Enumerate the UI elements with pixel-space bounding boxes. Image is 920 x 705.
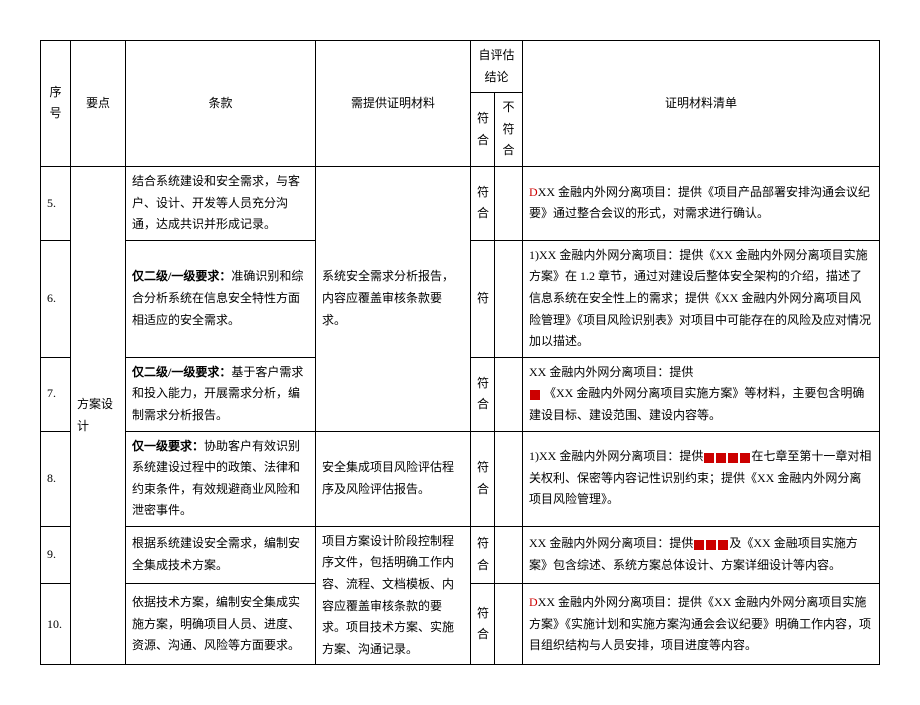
header-clause: 条款 (126, 41, 316, 167)
cell-nonconform (495, 166, 523, 240)
header-conform: 符合 (471, 93, 495, 167)
red-block-icon (718, 540, 728, 550)
red-block-icon (530, 390, 540, 400)
red-block-icon (704, 453, 714, 463)
cell-nonconform (495, 431, 523, 526)
cell-clause: 依据技术方案，编制安全集成实施方案，明确项目人员、进度、资源、沟通、风险等方面要… (126, 584, 316, 665)
red-block-icon (706, 540, 716, 550)
list-text-a: XX 金融内外网分离项目：提供 (529, 536, 693, 550)
header-row-1: 序号 要点 条款 需提供证明材料 自评估结论 证明材料清单 (41, 41, 880, 93)
cell-nonconform (495, 240, 523, 357)
cell-conform: 符合 (471, 526, 495, 583)
list-text: XX 金融内外网分离项目：提供《XX 金融内外网分离项目实施方案》《实施计划和实… (529, 595, 871, 652)
table-row: 8. 仅一级要求：协助客户有效识别系统建设过程中的政策、法律和约束条件，有效规避… (41, 431, 880, 526)
cell-list: 1)XX 金融内外网分离项目：提供《XX 金融内外网分离项目实施方案》在 1.2… (523, 240, 880, 357)
list-text-a: XX 金融内外网分离项目：提供 (529, 365, 693, 379)
red-block-icon (728, 453, 738, 463)
cell-list: DXX 金融内外网分离项目：提供《项目产品部署安排沟通会议纪要》通过整合会议的形… (523, 166, 880, 240)
cell-list: DXX 金融内外网分离项目：提供《XX 金融内外网分离项目实施方案》《实施计划和… (523, 584, 880, 665)
cell-conform: 符合 (471, 431, 495, 526)
header-assess-group: 自评估结论 (471, 41, 523, 93)
red-prefix: D (529, 595, 538, 609)
cell-evidence: 安全集成项目风险评估程序及风险评估报告。 (316, 431, 471, 526)
cell-clause: 仅一级要求：协助客户有效识别系统建设过程中的政策、法律和约束条件，有效规避商业风… (126, 431, 316, 526)
cell-num: 8. (41, 431, 71, 526)
cell-clause: 根据系统建设安全需求，编制安全集成技术方案。 (126, 526, 316, 583)
list-text: XX 金融内外网分离项目：提供《项目产品部署安排沟通会议纪要》通过整合会议的形式… (529, 185, 870, 221)
red-prefix: D (529, 185, 538, 199)
list-text-a: 1)XX 金融内外网分离项目：提供 (529, 449, 703, 463)
cell-clause: 仅二级/一级要求：基于客户需求和投入能力，开展需求分析，编制需求分析报告。 (126, 357, 316, 431)
clause-prefix: 仅一级要求： (132, 439, 204, 453)
header-point: 要点 (71, 41, 126, 167)
cell-list: XX 金融内外网分离项目：提供及《XX 金融项目实施方案》包含综述、系统方案总体… (523, 526, 880, 583)
header-nonconform: 不符合 (495, 93, 523, 167)
cell-evidence: 系统安全需求分析报告，内容应覆盖审核条款要求。 (316, 166, 471, 431)
table-row: 9. 根据系统建设安全需求，编制安全集成技术方案。 项目方案设计阶段控制程序文件… (41, 526, 880, 583)
cell-conform: 符合 (471, 584, 495, 665)
header-list: 证明材料清单 (523, 41, 880, 167)
cell-evidence: 项目方案设计阶段控制程序文件，包括明确工作内容、流程、文档模板、内容应覆盖审核条… (316, 526, 471, 665)
cell-conform: 符合 (471, 166, 495, 240)
cell-num: 9. (41, 526, 71, 583)
cell-num: 7. (41, 357, 71, 431)
clause-prefix: 仅二级/一级要求： (132, 365, 231, 379)
red-block-icon (740, 453, 750, 463)
cell-clause: 结合系统建设和安全需求，与客户、设计、开发等人员充分沟通，达成共识并形成记录。 (126, 166, 316, 240)
cell-num: 5. (41, 166, 71, 240)
assessment-table: 序号 要点 条款 需提供证明材料 自评估结论 证明材料清单 符合 不符合 5. … (40, 40, 880, 665)
cell-point: 方案设计 (71, 166, 126, 664)
list-text-b: 《XX 金融内外网分离项目实施方案》等材料，主要包含明确建设目标、建设范围、建设… (529, 386, 864, 422)
cell-conform: 符合 (471, 357, 495, 431)
header-evidence: 需提供证明材料 (316, 41, 471, 167)
cell-nonconform (495, 584, 523, 665)
clause-prefix: 仅二级/一级要求： (132, 269, 231, 283)
cell-num: 6. (41, 240, 71, 357)
cell-nonconform (495, 526, 523, 583)
red-block-icon (716, 453, 726, 463)
red-block-icon (694, 540, 704, 550)
table-row: 5. 方案设计 结合系统建设和安全需求，与客户、设计、开发等人员充分沟通，达成共… (41, 166, 880, 240)
cell-num: 10. (41, 584, 71, 665)
header-num: 序号 (41, 41, 71, 167)
cell-nonconform (495, 357, 523, 431)
cell-list: XX 金融内外网分离项目：提供 《XX 金融内外网分离项目实施方案》等材料，主要… (523, 357, 880, 431)
cell-clause: 仅二级/一级要求：准确识别和综合分析系统在信息安全特性方面相适应的安全需求。 (126, 240, 316, 357)
cell-list: 1)XX 金融内外网分离项目：提供在七章至第十一章对相关权利、保密等内容记性识别… (523, 431, 880, 526)
cell-conform: 符 (471, 240, 495, 357)
